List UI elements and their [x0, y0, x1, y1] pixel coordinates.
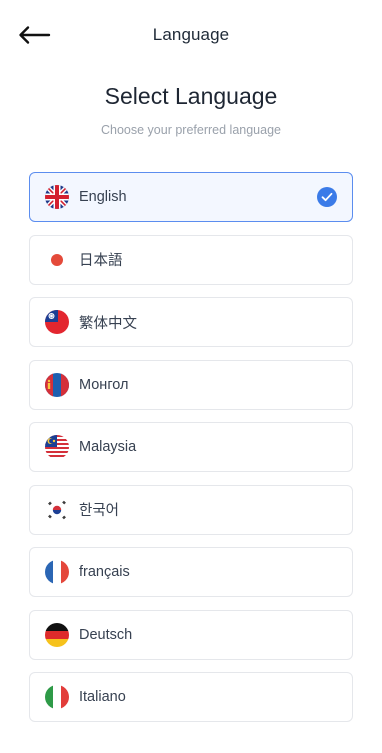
language-option-korean[interactable]: 한국어	[29, 484, 353, 535]
header-title: Language	[152, 25, 230, 44]
language-label: 日本語	[79, 253, 123, 269]
language-option-malay[interactable]: Malaysia	[29, 422, 353, 472]
uk-flag-icon	[45, 185, 69, 209]
top-bar: Language	[0, 0, 382, 70]
language-label: Deutsch	[79, 626, 133, 643]
language-option-german[interactable]: Deutsch	[29, 609, 353, 660]
language-option-english[interactable]: English	[29, 172, 353, 222]
language-label: English	[79, 189, 127, 205]
taiwan-flag-icon	[45, 310, 69, 334]
language-label: 繁体中文	[79, 315, 137, 332]
language-option-french[interactable]: français	[29, 547, 353, 597]
language-label: Монгол	[79, 376, 129, 393]
language-label: Italiano	[79, 689, 126, 705]
france-flag-icon	[45, 560, 69, 584]
language-list: English 日本語 繁体中文 Монгол Malaysia 한국어 fra…	[29, 172, 353, 735]
malaysia-flag-icon	[45, 435, 69, 459]
korea-flag-icon	[45, 497, 69, 522]
language-label: français	[79, 564, 130, 580]
italy-flag-icon	[45, 685, 69, 709]
mongolia-flag-icon	[45, 372, 69, 397]
language-option-italian[interactable]: Italiano	[29, 672, 353, 722]
language-label: Malaysia	[79, 439, 137, 455]
page-subtitle: Choose your preferred language	[101, 123, 281, 137]
japan-flag-icon	[45, 248, 69, 272]
germany-flag-icon	[45, 622, 69, 647]
language-option-mongolian[interactable]: Монгол	[29, 359, 353, 410]
checkmark-icon	[317, 187, 337, 207]
language-label: 한국어	[79, 503, 120, 519]
language-option-traditional-chinese[interactable]: 繁体中文	[29, 297, 353, 347]
page-title: Select Language	[104, 83, 278, 109]
language-option-japanese[interactable]: 日本語	[29, 234, 353, 285]
